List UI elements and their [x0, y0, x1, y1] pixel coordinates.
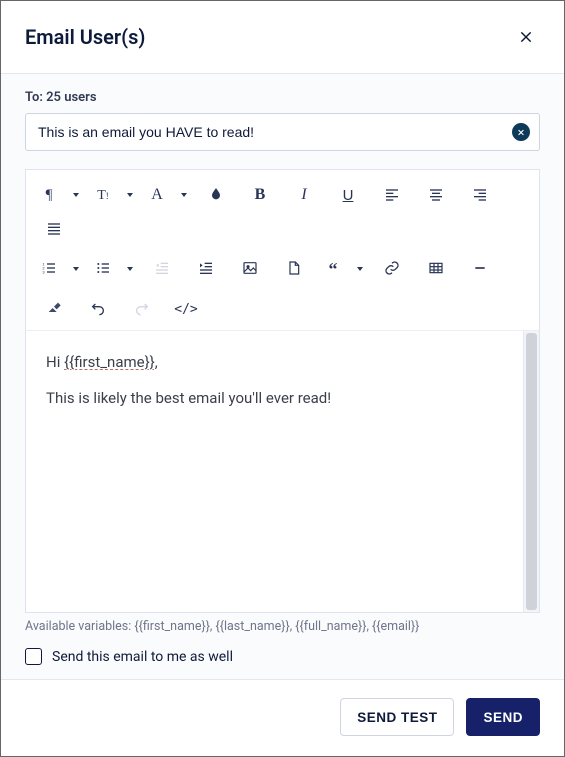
unordered-list-icon [95, 260, 111, 279]
text-color-button[interactable] [196, 180, 236, 210]
body-text: Hi [46, 353, 64, 371]
send-copy-row: Send this email to me as well [25, 648, 540, 665]
pilcrow-icon: ¶ [46, 187, 53, 204]
font-family-caret[interactable] [172, 180, 192, 210]
underline-icon: U [343, 187, 354, 204]
blockquote-button[interactable]: “ [318, 254, 348, 284]
outdent-icon [154, 260, 170, 279]
send-copy-checkbox[interactable] [25, 648, 42, 665]
clear-formatting-button[interactable] [34, 294, 74, 324]
subject-field-wrap [25, 113, 540, 151]
paragraph-format-caret[interactable] [64, 180, 84, 210]
text-transform-button[interactable]: T! [88, 180, 118, 210]
send-copy-label: Send this email to me as well [52, 649, 233, 665]
underline-button[interactable]: U [328, 180, 368, 210]
paragraph-format-button[interactable]: ¶ [34, 180, 64, 210]
modal-footer: SEND TEST SEND [1, 679, 564, 756]
code-view-button[interactable]: </> [166, 294, 206, 324]
align-left-button[interactable] [372, 180, 412, 210]
editor-toolbar: ¶ T! A B I U 123 “ </> [26, 170, 539, 331]
align-justify-icon [46, 220, 62, 239]
modal-body: To: 25 users ¶ T! A B I U 123 “ </> Hi {{first_n… [1, 74, 564, 679]
text-height-icon: T! [97, 187, 109, 204]
align-center-icon [428, 186, 444, 205]
ordered-list-icon: 123 [41, 260, 57, 279]
quote-icon: “ [329, 259, 338, 280]
letter-a-icon: A [151, 186, 163, 204]
chevron-down-icon [127, 193, 133, 197]
align-left-icon [384, 186, 400, 205]
svg-text:3: 3 [42, 269, 45, 274]
editor-scrollbar[interactable] [523, 331, 539, 612]
blockquote-caret[interactable] [348, 254, 368, 284]
eraser-icon [46, 300, 62, 319]
text-transform-caret[interactable] [118, 180, 138, 210]
undo-icon [90, 300, 106, 319]
paragraph-format-dropdown[interactable]: ¶ [34, 180, 84, 210]
editor-body-wrap: Hi {{first_name}}, This is likely the be… [26, 331, 539, 612]
ordered-list-dropdown[interactable]: 123 [34, 254, 84, 284]
image-icon [242, 260, 258, 279]
align-center-button[interactable] [416, 180, 456, 210]
text-transform-dropdown[interactable]: T! [88, 180, 138, 210]
align-justify-button[interactable] [34, 214, 74, 244]
insert-image-button[interactable] [230, 254, 270, 284]
italic-icon: I [301, 186, 306, 204]
bold-icon: B [255, 186, 266, 204]
insert-table-button[interactable] [416, 254, 456, 284]
unordered-list-dropdown[interactable] [88, 254, 138, 284]
link-icon [384, 260, 400, 279]
subject-input[interactable] [25, 113, 540, 151]
redo-icon [134, 300, 150, 319]
body-text: , [155, 353, 158, 371]
redo-button [122, 294, 162, 324]
chevron-down-icon [73, 193, 79, 197]
chevron-down-icon [127, 267, 133, 271]
close-icon [518, 28, 534, 46]
chevron-down-icon [357, 267, 363, 271]
modal-header: Email User(s) [1, 1, 564, 74]
indent-icon [198, 260, 214, 279]
modal-title: Email User(s) [25, 25, 145, 49]
ordered-list-button[interactable]: 123 [34, 254, 64, 284]
ordered-list-caret[interactable] [64, 254, 84, 284]
align-right-icon [472, 186, 488, 205]
font-family-dropdown[interactable]: A [142, 180, 192, 210]
table-icon [428, 260, 444, 279]
scrollbar-thumb[interactable] [526, 333, 537, 610]
code-icon: </> [174, 301, 197, 317]
clear-subject-button[interactable] [512, 123, 530, 141]
outdent-button [142, 254, 182, 284]
email-users-modal: Email User(s) To: 25 users ¶ T! A B I U 123 “ </… [0, 0, 565, 757]
send-button[interactable]: SEND [466, 698, 540, 736]
unordered-list-caret[interactable] [118, 254, 138, 284]
editor-body[interactable]: Hi {{first_name}}, This is likely the be… [26, 331, 523, 612]
align-right-button[interactable] [460, 180, 500, 210]
chevron-down-icon [73, 267, 79, 271]
drop-icon [208, 186, 224, 205]
variable-token: {{first_name}} [64, 353, 155, 371]
close-button[interactable] [512, 23, 540, 51]
body-paragraph: This is likely the best email you'll eve… [46, 389, 503, 407]
chevron-down-icon [181, 193, 187, 197]
body-paragraph: Hi {{first_name}}, [46, 353, 503, 371]
italic-button[interactable]: I [284, 180, 324, 210]
close-icon [518, 128, 524, 137]
undo-button[interactable] [78, 294, 118, 324]
file-icon [286, 260, 302, 279]
bold-button[interactable]: B [240, 180, 280, 210]
blockquote-dropdown[interactable]: “ [318, 254, 368, 284]
send-test-button[interactable]: SEND TEST [340, 698, 454, 736]
insert-link-button[interactable] [372, 254, 412, 284]
indent-button[interactable] [186, 254, 226, 284]
to-field: To: 25 users [25, 90, 540, 105]
minus-icon [472, 260, 488, 279]
insert-file-button[interactable] [274, 254, 314, 284]
rich-text-editor: ¶ T! A B I U 123 “ </> Hi {{first_name}}, This i… [25, 169, 540, 613]
horizontal-rule-button[interactable] [460, 254, 500, 284]
font-family-button[interactable]: A [142, 180, 172, 210]
unordered-list-button[interactable] [88, 254, 118, 284]
available-variables-hint: Available variables: {{first_name}}, {{l… [25, 619, 540, 634]
